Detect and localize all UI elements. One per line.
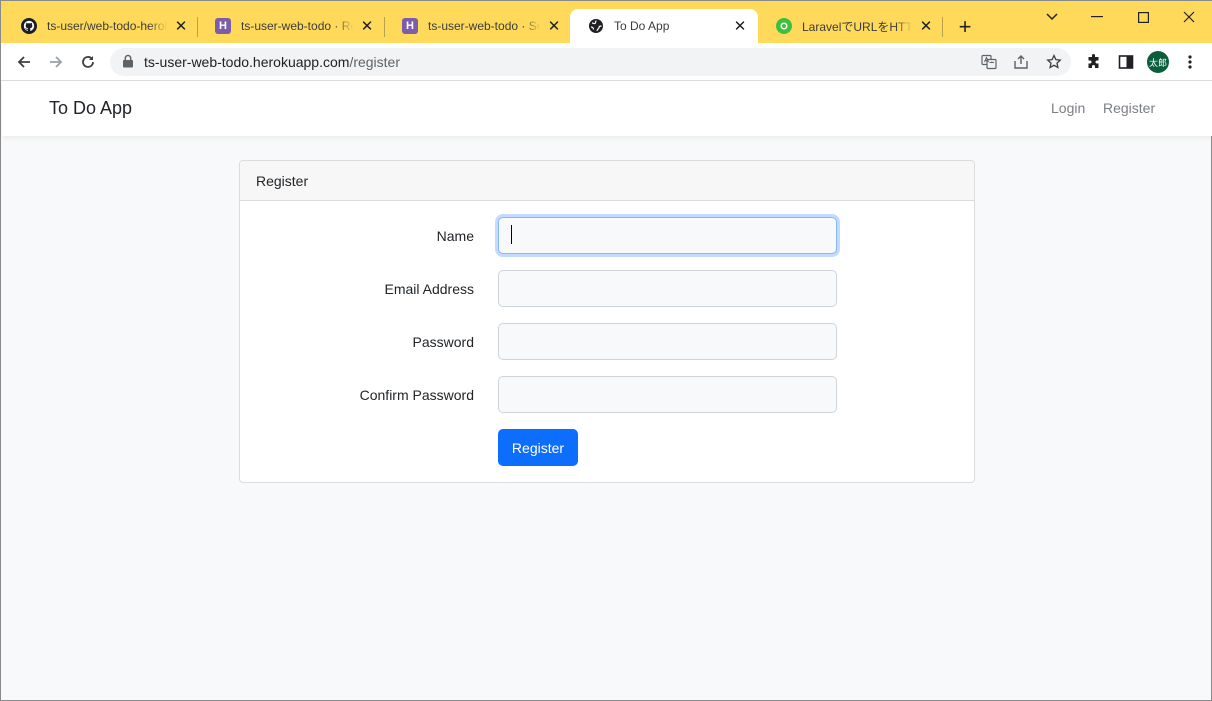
email-input[interactable] — [498, 270, 837, 307]
tab-search-icon[interactable] — [1041, 7, 1063, 27]
confirm-password-input[interactable] — [498, 376, 837, 413]
new-tab-button[interactable]: + — [953, 16, 977, 40]
email-label: Email Address — [384, 281, 474, 297]
back-icon[interactable] — [12, 50, 36, 74]
tab-title: To Do App — [614, 19, 670, 33]
close-icon[interactable]: ✕ — [359, 18, 375, 35]
minimize-button[interactable] — [1086, 7, 1108, 27]
url-text: ts-user-web-todo.herokuapp.com/register — [144, 54, 400, 70]
password-label: Password — [412, 334, 474, 350]
browser-tab-github[interactable]: ts-user/web-todo-heroku ✕ — [3, 9, 199, 43]
url-path: /register — [349, 54, 401, 70]
tab-title: LaravelでURLをHTTPS化 — [802, 19, 912, 34]
app-navbar: To Do App Login Register — [2, 81, 1212, 136]
reload-icon[interactable] — [76, 50, 100, 74]
name-label: Name — [436, 228, 474, 244]
password-input[interactable] — [498, 323, 837, 360]
browser-tab-laravel-https[interactable]: LaravelでURLをHTTPS化 ✕ — [758, 9, 944, 43]
more-menu-icon[interactable] — [1180, 52, 1200, 72]
register-card: Register Name Email Address Password Con… — [239, 160, 975, 483]
tab-title: ts-user-web-todo · Resources — [241, 19, 353, 33]
login-link[interactable]: Login — [1051, 100, 1085, 116]
translate-icon[interactable] — [980, 53, 998, 71]
browser-tab-heroku-settings[interactable]: H ts-user-web-todo · Settings ✕ — [384, 9, 572, 43]
close-icon[interactable]: ✕ — [918, 18, 934, 35]
close-icon[interactable]: ✕ — [732, 18, 748, 35]
github-icon — [21, 18, 37, 34]
confirm-password-label: Confirm Password — [359, 387, 474, 403]
url-host: ts-user-web-todo.herokuapp.com — [144, 54, 350, 70]
register-link[interactable]: Register — [1103, 100, 1155, 116]
tab-title: ts-user-web-todo · Settings — [428, 19, 540, 33]
close-icon[interactable]: ✕ — [173, 18, 189, 35]
register-button[interactable]: Register — [498, 429, 578, 466]
close-icon[interactable]: ✕ — [546, 18, 562, 35]
bookmark-star-icon[interactable] — [1045, 53, 1063, 71]
lock-icon[interactable] — [122, 54, 134, 73]
window-close-button[interactable] — [1178, 7, 1200, 27]
heroku-icon: H — [215, 18, 231, 34]
card-header: Register — [240, 161, 974, 201]
browser-tab-heroku-resources[interactable]: H ts-user-web-todo · Resources ✕ — [197, 9, 385, 43]
site-icon — [776, 18, 792, 34]
maximize-button[interactable] — [1132, 7, 1154, 27]
text-caret — [511, 225, 512, 244]
share-icon[interactable] — [1012, 53, 1030, 71]
forward-icon[interactable] — [44, 50, 68, 74]
extensions-icon[interactable] — [1084, 52, 1104, 72]
profile-avatar[interactable]: 太郎 — [1147, 51, 1169, 73]
browser-tab-todo-app[interactable]: To Do App ✕ — [570, 9, 758, 43]
side-panel-icon[interactable] — [1116, 52, 1136, 72]
tab-title: ts-user/web-todo-heroku — [47, 19, 167, 33]
heroku-icon: H — [402, 18, 418, 34]
browser-tab-strip: ts-user/web-todo-heroku ✕ H ts-user-web-… — [1, 1, 1212, 43]
browser-toolbar: ts-user-web-todo.herokuapp.com/register … — [1, 43, 1212, 81]
name-input[interactable] — [498, 217, 837, 254]
tab-separator — [942, 17, 943, 37]
brand-link[interactable]: To Do App — [49, 98, 132, 119]
address-bar[interactable]: ts-user-web-todo.herokuapp.com/register — [110, 48, 1071, 76]
globe-icon — [588, 18, 604, 34]
